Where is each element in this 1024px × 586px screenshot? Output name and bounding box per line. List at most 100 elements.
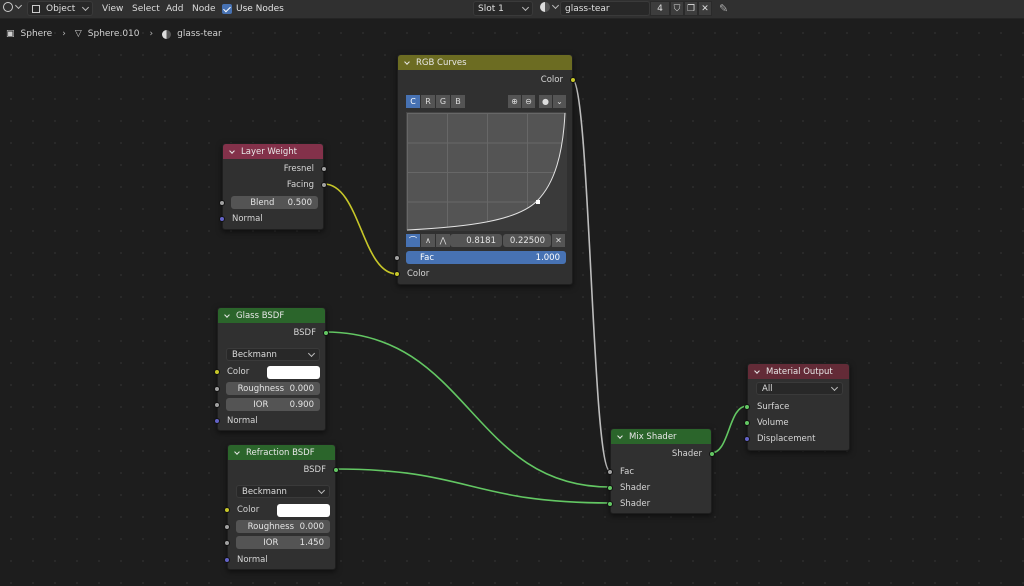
channel-tab-c[interactable]: C <box>406 95 420 108</box>
field-label: IOR <box>253 399 269 410</box>
output-facing: Facing <box>223 178 323 192</box>
collapse-chevron-icon[interactable] <box>754 367 760 374</box>
fac-field[interactable]: Fac 1.000 <box>406 251 566 264</box>
roughness-field[interactable]: Roughness 0.000 <box>226 382 320 395</box>
socket-label: BSDF <box>293 328 316 338</box>
socket-label: Color <box>237 505 260 515</box>
handle-type-buttons: ⌒ ∧ ⋀ <box>406 234 451 247</box>
collapse-chevron-icon[interactable] <box>224 311 230 318</box>
collapse-chevron-icon[interactable] <box>617 432 623 439</box>
socket-label: Color <box>227 367 250 377</box>
chevron-down-icon <box>307 349 316 357</box>
output-bsdf: BSDF <box>218 326 325 340</box>
blend-field[interactable]: Blend 0.500 <box>231 196 318 209</box>
socket-bsdf-out[interactable] <box>323 330 329 336</box>
point-x-field[interactable]: 0.8181 <box>450 234 502 247</box>
socket-label: Facing <box>286 180 314 190</box>
socket-label: Volume <box>757 418 789 428</box>
ior-field[interactable]: IOR 0.900 <box>226 398 320 411</box>
socket-fresnel-out[interactable] <box>321 166 327 172</box>
socket-facing-out[interactable] <box>321 182 327 188</box>
socket-color-out[interactable] <box>570 77 576 83</box>
input-shader-1: Shader <box>611 481 711 495</box>
node-header[interactable]: RGB Curves <box>398 55 572 70</box>
node-header[interactable]: Glass BSDF <box>218 308 325 323</box>
link-mix-to-surface <box>710 405 748 454</box>
delete-point-icon[interactable]: ✕ <box>552 234 565 247</box>
link-refraction-bsdf-to-mix-shader2 <box>334 468 611 504</box>
node-header[interactable]: Mix Shader <box>611 429 711 444</box>
link-glass-bsdf-to-mix-shader1 <box>324 331 611 488</box>
zoom-in-icon[interactable]: ⊕ <box>508 95 521 108</box>
curve-tools-dropdown-icon[interactable]: ⌄ <box>553 95 566 108</box>
socket-label: Color <box>540 75 563 85</box>
field-label: Roughness <box>237 383 285 394</box>
node-header[interactable]: Material Output <box>748 364 849 379</box>
socket-roughness-in[interactable] <box>224 524 230 530</box>
collapse-chevron-icon[interactable] <box>234 448 240 455</box>
distribution-dropdown[interactable]: Beckmann <box>236 485 330 498</box>
material-output-node[interactable]: Material Output All Surface Volume Displ… <box>744 363 850 451</box>
clipping-options-icon[interactable]: ● <box>539 95 552 108</box>
socket-label: Shader <box>620 499 651 509</box>
field-value: 0.8181 <box>466 235 496 246</box>
curve-shape <box>407 113 567 231</box>
channel-tab-b[interactable]: B <box>451 95 465 108</box>
socket-blend-in[interactable] <box>219 200 225 206</box>
socket-ior-in[interactable] <box>214 402 220 408</box>
point-y-field[interactable]: 0.22500 <box>503 234 551 247</box>
ior-field[interactable]: IOR 1.450 <box>236 536 330 549</box>
vector-handle-icon[interactable]: ∧ <box>421 234 435 247</box>
chevron-down-icon <box>317 486 326 494</box>
input-surface: Surface <box>748 400 849 414</box>
collapse-chevron-icon[interactable] <box>404 58 410 65</box>
socket-bsdf-out[interactable] <box>333 467 339 473</box>
node-title: Layer Weight <box>241 146 298 157</box>
curve-graph[interactable] <box>406 112 567 231</box>
mix-shader-node[interactable]: Mix Shader Shader Fac Shader Shader <box>607 428 715 514</box>
link-facing-to-curves-color <box>323 183 398 275</box>
layer-weight-node[interactable]: Layer Weight Fresnel Facing Blend 0.500 … <box>219 143 327 230</box>
zoom-out-icon[interactable]: ⊖ <box>522 95 535 108</box>
socket-fac-in[interactable] <box>394 255 400 261</box>
color-swatch[interactable] <box>267 366 320 379</box>
channel-tab-r[interactable]: R <box>421 95 435 108</box>
field-label: Fac <box>420 252 434 263</box>
auto-clamped-handle-icon[interactable]: ⋀ <box>436 234 450 247</box>
chevron-down-icon <box>830 383 839 391</box>
channel-tab-g[interactable]: G <box>436 95 450 108</box>
link-curves-color-to-mix-fac <box>571 78 611 472</box>
rgb-curves-node[interactable]: RGB Curves Color C R G B ⊕ ⊖ ● ⌄ ⌒ ∧ ⋀ 0… <box>394 54 576 285</box>
color-swatch[interactable] <box>277 504 330 517</box>
field-label: Blend <box>250 197 275 208</box>
node-title: Glass BSDF <box>236 310 285 321</box>
curve-point[interactable] <box>536 200 540 204</box>
output-color: Color <box>398 73 572 87</box>
dropdown-value: All <box>762 383 773 394</box>
field-value: 0.22500 <box>509 235 545 246</box>
refraction-bsdf-node[interactable]: Refraction BSDF BSDF Beckmann Color Roug… <box>224 444 339 570</box>
dropdown-value: Beckmann <box>242 486 287 497</box>
socket-shader-out[interactable] <box>709 451 715 457</box>
distribution-dropdown[interactable]: Beckmann <box>226 348 320 361</box>
roughness-field[interactable]: Roughness 0.000 <box>236 520 330 533</box>
target-dropdown[interactable]: All <box>756 382 843 395</box>
node-header[interactable]: Layer Weight <box>223 144 323 159</box>
input-fac: Fac <box>611 465 711 479</box>
glass-bsdf-node[interactable]: Glass BSDF BSDF Beckmann Color Roughness… <box>214 307 329 431</box>
auto-handle-icon[interactable]: ⌒ <box>406 234 420 247</box>
input-displacement: Displacement <box>748 432 849 446</box>
socket-roughness-in[interactable] <box>214 386 220 392</box>
output-bsdf: BSDF <box>228 463 335 477</box>
socket-label: Shader <box>671 449 702 459</box>
field-value: 0.000 <box>299 521 324 532</box>
socket-ior-in[interactable] <box>224 540 230 546</box>
socket-label: Fresnel <box>283 164 314 174</box>
collapse-chevron-icon[interactable] <box>229 147 235 154</box>
input-shader-2: Shader <box>611 497 711 511</box>
field-label: Roughness <box>247 521 295 532</box>
node-header[interactable]: Refraction BSDF <box>228 445 335 460</box>
field-value: 0.900 <box>289 399 314 410</box>
socket-label: Displacement <box>757 434 816 444</box>
socket-label: Normal <box>227 416 258 426</box>
